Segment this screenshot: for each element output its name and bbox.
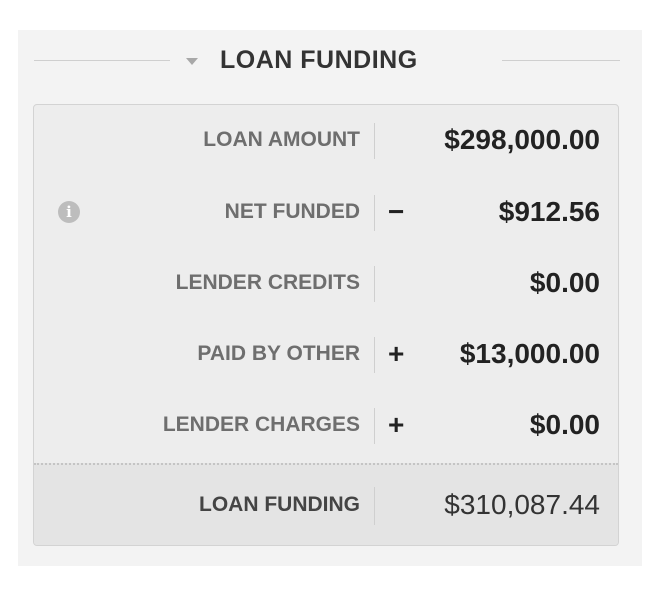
net-funded-row: i NET FUNDED − $912.56	[34, 177, 618, 247]
loan-funding-total-row: LOAN FUNDING $310,087.44	[34, 463, 618, 545]
loan-funding-total-label: LOAN FUNDING	[199, 493, 360, 516]
column-divider	[374, 337, 375, 373]
column-divider	[374, 266, 375, 302]
column-divider	[374, 487, 375, 525]
funding-summary-card: LOAN AMOUNT $298,000.00 i NET FUNDED − $…	[33, 104, 619, 546]
lender-credits-label: LENDER CREDITS	[175, 271, 360, 294]
info-icon[interactable]: i	[58, 201, 80, 223]
paid-by-other-value: $13,000.00	[459, 338, 600, 369]
loan-amount-row: LOAN AMOUNT $298,000.00	[34, 105, 618, 175]
section-title: LOAN FUNDING	[220, 45, 418, 74]
paid-by-other-sign: +	[388, 338, 405, 369]
header-rule-right	[502, 60, 620, 61]
loan-amount-label: LOAN AMOUNT	[203, 128, 360, 151]
loan-funding-panel: LOAN FUNDING LOAN AMOUNT $298,000.00 i N…	[18, 30, 642, 566]
section-toggle[interactable]: LOAN FUNDING	[186, 42, 418, 78]
lender-charges-label: LENDER CHARGES	[162, 413, 360, 436]
paid-by-other-label: PAID BY OTHER	[197, 342, 360, 365]
net-funded-sign: −	[388, 196, 405, 227]
loan-amount-value: $298,000.00	[444, 124, 600, 155]
lender-credits-row: LENDER CREDITS $0.00	[34, 248, 618, 318]
net-funded-label: NET FUNDED	[224, 200, 360, 223]
section-header: LOAN FUNDING	[18, 30, 642, 90]
lender-credits-value: $0.00	[529, 267, 600, 298]
paid-by-other-row: PAID BY OTHER + $13,000.00	[34, 319, 618, 389]
column-divider	[374, 408, 375, 444]
header-rule-left	[34, 60, 170, 61]
column-divider	[374, 195, 375, 231]
caret-down-icon	[186, 57, 198, 65]
lender-charges-sign: +	[388, 409, 405, 440]
net-funded-value: $912.56	[498, 196, 600, 227]
column-divider	[374, 123, 375, 159]
lender-charges-row: LENDER CHARGES + $0.00	[34, 390, 618, 460]
loan-funding-total-value: $310,087.44	[444, 489, 600, 520]
lender-charges-value: $0.00	[529, 409, 600, 440]
